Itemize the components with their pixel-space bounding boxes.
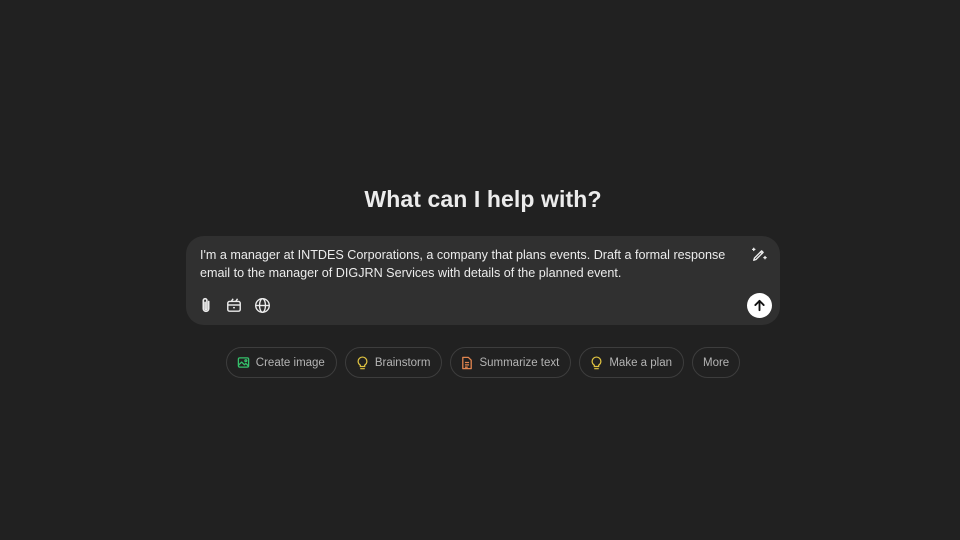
make-a-plan-button[interactable]: Make a plan [579,347,684,378]
chat-home-page: What can I help with? I'm a manager at I… [0,0,960,540]
image-icon [237,356,250,369]
prompt-input[interactable]: I'm a manager at INTDES Corporations, a … [200,246,740,282]
document-icon [461,356,473,370]
chip-label: Create image [255,356,325,369]
suggestion-chips: Create image Brainstorm Summarize text M… [0,347,960,378]
lightbulb-icon [356,355,369,370]
summarize-text-button[interactable]: Summarize text [450,347,572,378]
prompt-composer[interactable]: I'm a manager at INTDES Corporations, a … [186,236,780,325]
pencil-sparkle-icon[interactable] [748,244,770,266]
globe-icon[interactable] [252,295,272,315]
chip-label: Make a plan [609,356,672,369]
arrow-up-icon [754,299,765,312]
lightbulb-icon [590,355,603,370]
more-button[interactable]: More [692,347,741,378]
send-button[interactable] [747,293,772,318]
chip-label: Summarize text [479,356,560,369]
chip-label: Brainstorm [374,356,431,369]
paperclip-icon[interactable] [197,295,215,315]
brainstorm-button[interactable]: Brainstorm [344,347,443,378]
create-image-button[interactable]: Create image [225,347,337,378]
page-title: What can I help with? [364,186,602,212]
toolbox-icon[interactable] [225,295,243,315]
chip-label: More [703,356,730,369]
